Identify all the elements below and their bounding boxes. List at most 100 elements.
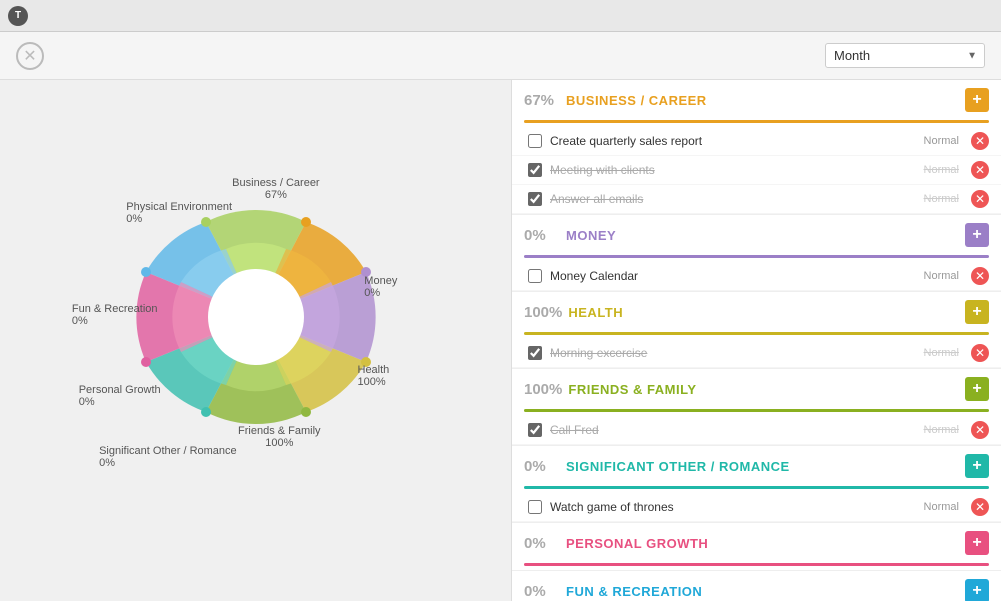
task-priority-t2: Normal: [924, 164, 959, 176]
category-line-personalgrowth: [524, 563, 989, 566]
category-add-button-business[interactable]: +: [965, 88, 989, 112]
category-pct-fun: 0%: [524, 583, 560, 600]
task-row-t1: Create quarterly sales report Normal ✕: [512, 127, 1001, 156]
label-money: Money 0%: [364, 275, 397, 299]
category-pct-significant: 0%: [524, 458, 560, 475]
task-name-t3: Answer all emails: [550, 192, 916, 206]
category-header-significant: 0% SIGNIFICANT OTHER / ROMANCE +: [512, 446, 1001, 486]
label-physical: Physical Environment 0%: [126, 201, 232, 225]
title-bar-left: T: [8, 6, 88, 26]
category-line-business: [524, 120, 989, 123]
category-header-health: 100% HEALTH +: [512, 292, 1001, 332]
category-name-personalgrowth: PERSONAL GROWTH: [566, 536, 959, 551]
category-section-business: 67% BUSINESS / CAREER + Create quarterly sa…: [512, 80, 1001, 215]
category-add-button-personalgrowth[interactable]: +: [965, 531, 989, 555]
category-section-significant: 0% SIGNIFICANT OTHER / ROMANCE + Watch game…: [512, 446, 1001, 523]
task-priority-t3: Normal: [924, 193, 959, 205]
category-name-money: MONEY: [566, 228, 959, 243]
category-name-business: BUSINESS / CAREER: [566, 93, 959, 108]
task-row-t5: Morning excercise Normal ✕: [512, 339, 1001, 368]
category-section-money: 0% MONEY + Money CalendarNormal✕: [512, 215, 1001, 292]
task-name-t5: Morning excercise: [550, 346, 916, 360]
task-row-t2: Meeting with clients Normal ✕: [512, 156, 1001, 185]
category-add-button-fun[interactable]: +: [965, 579, 989, 601]
menu-project[interactable]: [72, 14, 88, 18]
category-pct-money: 0%: [524, 227, 560, 244]
category-line-health: [524, 332, 989, 335]
task-delete-button-t3[interactable]: ✕: [971, 190, 989, 208]
category-name-friends: FRIENDS & FAMILY: [568, 382, 959, 397]
task-checkbox-t6[interactable]: [528, 423, 542, 437]
task-name-t4: Money Calendar: [550, 269, 916, 283]
category-section-friends: 100% FRIENDS & FAMILY + Call Fred Normal ✕: [512, 369, 1001, 446]
task-row-t3: Answer all emails Normal ✕: [512, 185, 1001, 214]
task-delete-button-t1[interactable]: ✕: [971, 132, 989, 150]
category-header-personalgrowth: 0% PERSONAL GROWTH +: [512, 523, 1001, 563]
task-name-t6: Call Fred: [550, 423, 916, 437]
close-window-button[interactable]: [965, 6, 993, 26]
label-personal: Personal Growth 0%: [79, 384, 161, 408]
category-header-business: 67% BUSINESS / CAREER +: [512, 80, 1001, 120]
minimize-button[interactable]: [905, 6, 933, 26]
wheel-chart: Business / Career 67% Money 0% Health 10…: [86, 167, 426, 507]
title-bar-right: [905, 6, 993, 26]
task-name-t2: Meeting with clients: [550, 163, 916, 177]
category-header-friends: 100% FRIENDS & FAMILY +: [512, 369, 1001, 409]
main-layout: Business / Career 67% Money 0% Health 10…: [0, 80, 1001, 601]
task-checkbox-t3[interactable]: [528, 192, 542, 206]
task-priority-t7: Normal: [924, 501, 959, 513]
category-pct-business: 67%: [524, 92, 560, 109]
category-name-health: HEALTH: [568, 305, 959, 320]
category-pct-friends: 100%: [524, 381, 562, 398]
category-add-button-significant[interactable]: +: [965, 454, 989, 478]
category-header-money: 0% MONEY +: [512, 215, 1001, 255]
task-delete-button-t2[interactable]: ✕: [971, 161, 989, 179]
label-significant: Significant Other / Romance 0%: [99, 445, 237, 469]
task-checkbox-t2[interactable]: [528, 163, 542, 177]
task-delete-button-t6[interactable]: ✕: [971, 421, 989, 439]
collection-select[interactable]: MonthWeekYear: [825, 43, 985, 68]
task-name-t1: Create quarterly sales report: [550, 134, 916, 148]
category-line-money: [524, 255, 989, 258]
task-checkbox-t5[interactable]: [528, 346, 542, 360]
task-priority-t1: Normal: [924, 135, 959, 147]
close-project-button[interactable]: ✕: [16, 42, 50, 70]
category-line-friends: [524, 409, 989, 412]
task-delete-button-t7[interactable]: ✕: [971, 498, 989, 516]
label-health: Health 100%: [358, 364, 390, 388]
label-fun: Fun & Recreation 0%: [72, 303, 158, 327]
task-checkbox-t1[interactable]: [528, 134, 542, 148]
category-name-fun: FUN & RECREATION: [566, 584, 959, 599]
task-checkbox-t4[interactable]: [528, 269, 542, 283]
category-add-button-health[interactable]: +: [965, 300, 989, 324]
toolbar: ✕ MonthWeekYear: [0, 32, 1001, 80]
task-row-t4: Money CalendarNormal✕: [512, 262, 1001, 291]
app-logo: T: [8, 6, 28, 26]
close-circle-icon: ✕: [16, 42, 44, 70]
category-add-button-friends[interactable]: +: [965, 377, 989, 401]
task-priority-t6: Normal: [924, 424, 959, 436]
task-delete-button-t4[interactable]: ✕: [971, 267, 989, 285]
category-pct-personalgrowth: 0%: [524, 535, 560, 552]
title-bar: T: [0, 0, 1001, 32]
category-add-button-money[interactable]: +: [965, 223, 989, 247]
category-line-significant: [524, 486, 989, 489]
task-name-t7: Watch game of thrones: [550, 500, 916, 514]
maximize-button[interactable]: [935, 6, 963, 26]
right-panel[interactable]: 67% BUSINESS / CAREER + Create quarterly sa…: [511, 80, 1001, 601]
x-icon: ✕: [23, 46, 36, 66]
category-section-fun: 0% FUN & RECREATION +: [512, 571, 1001, 601]
category-header-fun: 0% FUN & RECREATION +: [512, 571, 1001, 601]
category-name-significant: SIGNIFICANT OTHER / ROMANCE: [566, 459, 959, 474]
label-business: Business / Career 67%: [232, 177, 319, 201]
category-pct-health: 100%: [524, 304, 562, 321]
menu-task-organizer[interactable]: [52, 14, 68, 18]
task-row-t6: Call Fred Normal ✕: [512, 416, 1001, 445]
task-priority-t5: Normal: [924, 347, 959, 359]
menu-bar: [52, 14, 88, 18]
left-panel: Business / Career 67% Money 0% Health 10…: [0, 80, 511, 601]
collection-select-wrapper: MonthWeekYear: [825, 43, 985, 68]
category-section-health: 100% HEALTH + Morning excercise Normal ✕: [512, 292, 1001, 369]
task-checkbox-t7[interactable]: [528, 500, 542, 514]
task-delete-button-t5[interactable]: ✕: [971, 344, 989, 362]
